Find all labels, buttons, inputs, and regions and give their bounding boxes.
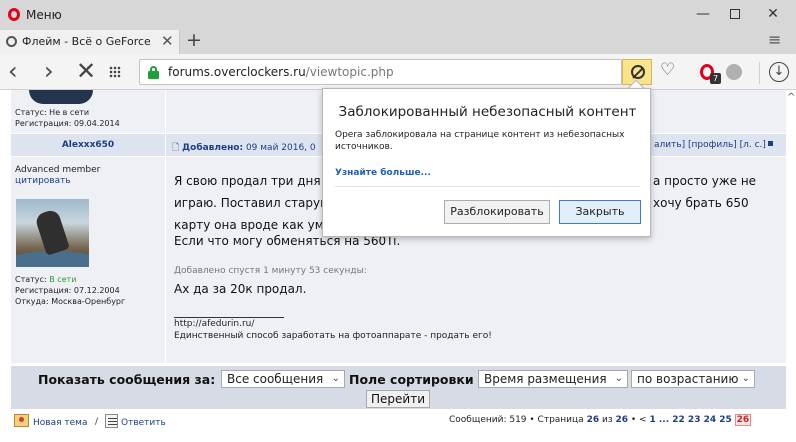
prev-status: Статус: Не в сети	[15, 108, 90, 117]
sort-bar: Показать сообщения за: Все сообщения ⌄ По…	[11, 366, 786, 409]
back-button[interactable]: ‹	[8, 57, 18, 85]
popup-text: Opera заблокировала на странице контент …	[335, 130, 625, 152]
signature-url[interactable]: http://afedurin.ru/	[174, 319, 254, 329]
speed-dial-icon[interactable]	[109, 66, 121, 78]
pagination: Сообщений: 519 • Страница 26 из 26 • < 1…	[449, 414, 752, 426]
post-added-later: Добавлено спустя 1 минуту 53 секунды:	[174, 266, 367, 276]
tab-menu-icon[interactable]: ≡	[768, 30, 781, 49]
go-button[interactable]: Перейти	[366, 390, 430, 408]
user-status: Статус: В сети	[15, 275, 77, 284]
opera-logo-icon[interactable]	[8, 8, 20, 21]
forward-button[interactable]: ›	[44, 57, 54, 85]
message-count: Сообщений: 519 • Страница	[449, 415, 584, 425]
prev-user-info: Статус: Не в сети Регистрация: 09.04.201…	[15, 107, 120, 129]
title-bar: Меню — ✕	[0, 0, 796, 29]
tab-active[interactable]: Флейм - Всё о GeForce GT ✕	[0, 30, 180, 54]
navigation-bar: ‹ › ✕ forums.overclockers.ru/viewtopic.p…	[0, 54, 796, 90]
reply-link[interactable]: Ответить	[121, 418, 166, 428]
new-topic-icon[interactable]	[14, 414, 29, 427]
signature-divider	[174, 317, 284, 318]
post-line-5: Ах да за 20к продал.	[174, 282, 307, 296]
tab-title: Флейм - Всё о GeForce GT	[22, 35, 150, 48]
chevron-down-icon: ⌄	[614, 373, 623, 384]
sort-order-select[interactable]: по возрастанию ⌄	[631, 370, 755, 388]
current-page-badge: 26	[734, 414, 752, 426]
show-messages-select[interactable]: Все сообщения ⌄	[221, 370, 345, 388]
user-profile-cell: Advanced member цитировать Статус: В сет…	[11, 157, 165, 363]
close-window-button[interactable]: ✕	[750, 2, 796, 26]
sort-field-select[interactable]: Время размещения ⌄	[478, 370, 628, 388]
user-info: Статус: В сети Регистрация: 07.12.2004 О…	[15, 274, 125, 307]
prev-registration: Регистрация: 09.04.2014	[15, 119, 120, 128]
online-status: В сети	[49, 275, 77, 284]
post-action-links[interactable]: алить] [профиль] [л. с.]	[654, 140, 773, 150]
reply-icon[interactable]	[105, 414, 118, 428]
prev-post-user-cell: Статус: Не в сети Регистрация: 09.04.201…	[11, 90, 165, 133]
tab-bar: Флейм - Всё о GeForce GT ✕ + ≡	[0, 29, 796, 54]
total-pages: 26	[615, 415, 629, 425]
toolbar-divider	[759, 62, 760, 84]
user-location: Откуда: Москва-Оренбург	[15, 297, 126, 306]
address-bar[interactable]: forums.overclockers.ru/viewtopic.php	[139, 59, 622, 85]
prev-avatar	[29, 90, 93, 104]
extension-badge: 7	[710, 73, 721, 84]
signature-text: Единственный способ заработать на фотоап…	[174, 331, 492, 341]
learn-more-link[interactable]: Узнайте больше...	[335, 168, 431, 178]
new-tab-button[interactable]: +	[186, 29, 202, 51]
post-line-2: играю. Поставил старун хочу брать 650	[174, 196, 749, 210]
url-path: /viewtopic.php	[305, 65, 394, 79]
lock-icon[interactable]	[148, 66, 159, 79]
close-popup-button[interactable]: Закрыть	[559, 200, 641, 224]
post-line-1: Я свою продал три дня а просто уже не	[174, 174, 757, 188]
blocked-content-popup: Заблокированный небезопасный контент Ope…	[322, 88, 651, 237]
sort-field-label: Поле сортировки	[349, 372, 474, 387]
prev-page-link[interactable]: • <	[631, 415, 647, 425]
user-registration: Регистрация: 07.12.2004	[15, 286, 120, 295]
menu-button[interactable]: Меню	[26, 8, 62, 22]
popup-title: Заблокированный небезопасный контент	[338, 104, 637, 120]
popup-divider	[335, 186, 640, 187]
current-page-number: 26	[586, 415, 600, 425]
url-host: forums.overclockers.ru	[168, 65, 306, 79]
post-date: 09 май 2016, 0	[245, 143, 316, 153]
post-header: 🗋 Добавлено: 09 май 2016, 0	[172, 140, 316, 156]
topic-footer: Новая тема / Ответить Сообщений: 519 • С…	[11, 410, 786, 442]
tab-close-icon[interactable]: ✕	[161, 32, 174, 50]
show-messages-label: Показать сообщения за:	[38, 372, 216, 387]
scroll-up-icon[interactable]: ^	[787, 92, 795, 103]
new-topic-link[interactable]: Новая тема	[33, 418, 87, 428]
post-icon: 🗋	[172, 143, 180, 153]
author-name[interactable]: Alexxx650	[11, 140, 165, 150]
author-cell: Alexxx650	[11, 134, 165, 156]
user-rank: Advanced member	[15, 165, 101, 175]
chevron-down-icon: ⌄	[331, 373, 340, 384]
footer-separator: /	[95, 417, 99, 427]
maximize-icon	[730, 9, 740, 19]
avatar	[16, 199, 89, 267]
tab-favicon-icon	[6, 36, 17, 47]
page-links[interactable]: 1 ... 22 23 24 25	[649, 415, 731, 425]
stop-button[interactable]: ✕	[76, 57, 96, 85]
unblock-button[interactable]: Разблокировать	[444, 200, 550, 224]
heart-icon[interactable]: ♡	[660, 60, 675, 80]
chevron-down-icon: ⌄	[741, 373, 750, 384]
vpn-globe-icon[interactable]	[726, 64, 742, 80]
url-text[interactable]: forums.overclockers.ru/viewtopic.php	[168, 65, 394, 79]
post-added-label: Добавлено:	[182, 143, 244, 153]
page-of: из	[601, 415, 613, 425]
quote-link[interactable]: цитировать	[15, 176, 71, 186]
post-link-icon	[767, 141, 773, 146]
download-icon[interactable]: ↓	[769, 62, 789, 82]
